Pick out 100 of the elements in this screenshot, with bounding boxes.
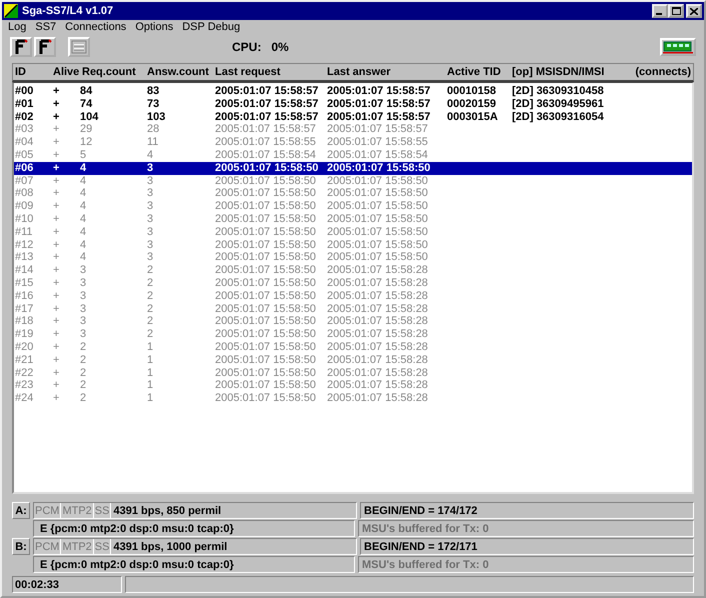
table-cell-text: 2005:01:07 15:58:50 — [327, 251, 429, 264]
flag-button[interactable] — [34, 37, 56, 57]
table-cell-text: 2 — [80, 354, 88, 367]
table-cell-text: + — [52, 392, 60, 405]
transfer-button[interactable] — [68, 37, 90, 57]
table-cell-text: 28 — [147, 123, 160, 136]
table-row[interactable]: #19 + 3 2 2005:01:07 15:58:50 2005:01:07 15:58:28 — [14, 328, 692, 341]
table-cell-text: 3 — [147, 200, 154, 213]
table-cell-text: 2005:01:07 15:58:55 — [215, 136, 317, 149]
column-header[interactable]: Active TID — [447, 66, 512, 78]
column-header[interactable]: ID — [15, 66, 48, 78]
status-indicator: PCM — [34, 539, 62, 554]
table-cell-text: 4 — [80, 226, 88, 239]
column-header[interactable]: [op] MSISDN/IMSI — [512, 66, 636, 78]
table-cell-text: #07 — [15, 174, 34, 188]
cpu-label: CPU: — [232, 40, 262, 54]
table-cell-text: 2 — [147, 315, 154, 328]
table-cell-text: + — [52, 276, 60, 290]
table-row[interactable]: #21 + 2 1 2005:01:07 15:58:50 2005:01:07 15:58:28 — [14, 354, 692, 367]
table-cell-text: 2 — [80, 340, 88, 354]
table-cell-text: + — [52, 290, 60, 303]
table-row[interactable]: #09 + 4 3 2005:01:07 15:58:50 2005:01:07 15:58:50 — [14, 200, 692, 213]
table-row[interactable]: #12 + 4 3 2005:01:07 15:58:50 2005:01:07 15:58:50 — [14, 238, 692, 252]
table-cell-text: 2005:01:07 15:58:57 — [327, 85, 432, 98]
table-cell-text: + — [52, 264, 60, 277]
table-cell-text: 1 — [147, 340, 154, 354]
table-row[interactable]: #20 + 2 1 2005:01:07 15:58:50 2005:01:07 15:58:28 — [14, 340, 692, 354]
maximize-button[interactable] — [668, 4, 684, 18]
table-cell-text: 2005:01:07 15:58:50 — [327, 212, 429, 226]
status-indicator: MTP2 — [61, 503, 94, 518]
table-cell-text: 00010158 — [447, 85, 497, 98]
table-row[interactable]: #13 + 4 3 2005:01:07 15:58:50 2005:01:07 15:58:50 — [14, 251, 692, 264]
menu-item[interactable]: DSP Debug — [182, 21, 240, 34]
table-cell-text: 2005:01:07 15:58:50 — [215, 264, 317, 277]
table-cell-text: 3 — [147, 174, 154, 188]
table-row[interactable]: #03 + 29 28 2005:01:07 15:58:57 2005:01:07 15:58:57 — [14, 123, 692, 136]
table-row[interactable]: #00 + 84 83 2005:01:07 15:58:57 2005:01:07 15:58:57 00010158 [2D] 36309310458 — [14, 85, 692, 98]
table-cell-text: 4 — [80, 238, 88, 252]
train-button[interactable] — [660, 38, 696, 56]
menu-item[interactable]: Log — [8, 21, 26, 34]
table-cell-text: 2005:01:07 15:58:28 — [327, 328, 429, 341]
table-cell-text: + — [52, 379, 60, 392]
table-cell-text: #21 — [15, 354, 34, 367]
status-indicator: SS — [94, 503, 112, 518]
rate-text: 4391 bps, 850 permil — [112, 504, 222, 516]
table-row[interactable]: #22 + 2 1 2005:01:07 15:58:50 2005:01:07 15:58:28 — [14, 366, 692, 380]
table-cell-text: 4 — [80, 251, 88, 264]
table-row[interactable]: #07 + 4 3 2005:01:07 15:58:50 2005:01:07 15:58:50 — [14, 174, 692, 188]
table-cell-text: + — [52, 328, 60, 341]
table-row[interactable]: #05 + 5 4 2005:01:07 15:58:54 2005:01:07 15:58:54 — [14, 148, 692, 162]
minimize-button[interactable] — [652, 4, 668, 18]
table-cell-text: 2005:01:07 15:58:50 — [215, 187, 317, 200]
table-row[interactable]: #17 + 3 2 2005:01:07 15:58:50 2005:01:07 15:58:28 — [14, 302, 692, 316]
table-cell-text: 2005:01:07 15:58:50 — [215, 290, 317, 303]
column-header[interactable]: Req.count — [82, 66, 147, 78]
table-row[interactable]: #04 + 12 11 2005:01:07 15:58:55 2005:01:07 15:58:55 — [14, 136, 692, 149]
table-row[interactable]: #08 + 4 3 2005:01:07 15:58:50 2005:01:07 15:58:50 — [14, 187, 692, 200]
table-row[interactable]: #14 + 3 2 2005:01:07 15:58:50 2005:01:07 15:58:28 — [14, 264, 692, 277]
table-cell-text: 2005:01:07 15:58:50 — [215, 340, 317, 354]
column-header[interactable]: Last request — [215, 66, 327, 78]
table-row[interactable]: #23 + 2 1 2005:01:07 15:58:50 2005:01:07 15:58:28 — [14, 379, 692, 392]
column-header[interactable]: Last answer — [327, 66, 447, 78]
column-header[interactable]: Answ.count — [147, 66, 215, 78]
table-row[interactable]: #02 + 104 103 2005:01:07 15:58:57 2005:01:07 15:58:57 0003015A [2D] 36309316054 — [14, 110, 692, 124]
table-cell-text: 3 — [147, 187, 154, 200]
table-cell-text: #12 — [15, 238, 34, 252]
table-cell-text: #04 — [15, 136, 34, 149]
selected-row[interactable]: #06 + 4 3 2005:01:07 15:58:50 2005:01:07 15:58:50 — [14, 162, 692, 175]
close-button[interactable] — [686, 4, 702, 18]
table-cell-text: 3 — [147, 251, 154, 264]
cpu-value: 0% — [271, 40, 289, 54]
table-cell-text: 2005:01:07 15:58:50 — [215, 328, 317, 341]
table-cell-text: + — [52, 212, 60, 226]
table-row[interactable]: #16 + 3 2 2005:01:07 15:58:50 2005:01:07 15:58:28 — [14, 290, 692, 303]
column-header[interactable]: Alive — [48, 66, 82, 78]
table-cell-text: + — [52, 123, 60, 136]
table-cell-text: #11 — [15, 226, 34, 239]
table-cell-text: 2005:01:07 15:58:57 — [215, 98, 320, 111]
table-row[interactable]: #18 + 3 2 2005:01:07 15:58:50 2005:01:07 15:58:28 — [14, 315, 692, 328]
table-row[interactable]: #11 + 4 3 2005:01:07 15:58:50 2005:01:07 15:58:50 — [14, 226, 692, 239]
flag-button[interactable] — [10, 37, 32, 57]
menu-item[interactable]: Options — [135, 21, 174, 34]
table-row[interactable]: #24 + 2 1 2005:01:07 15:58:50 2005:01:07 15:58:28 — [14, 392, 692, 405]
table-row[interactable]: #10 + 4 3 2005:01:07 15:58:50 2005:01:07 15:58:50 — [14, 212, 692, 226]
table-cell-text: 2005:01:07 15:58:50 — [327, 226, 429, 239]
table-cell-text: + — [52, 340, 60, 354]
table-cell-text: #14 — [15, 264, 34, 277]
table-cell-text: [2D] 36309310458 — [512, 85, 605, 98]
menu-item[interactable]: Connections — [65, 21, 126, 34]
table-row[interactable]: #15 + 3 2 2005:01:07 15:58:50 2005:01:07 15:58:28 — [14, 276, 692, 290]
table-cell-text: 1 — [147, 392, 154, 405]
table-cell-text: + — [52, 302, 60, 316]
table-cell-text: 2005:01:07 15:58:50 — [215, 162, 320, 175]
table-cell-text: 1 — [147, 379, 154, 392]
menu-item[interactable]: SS7 — [35, 21, 56, 34]
column-header[interactable]: (connects) — [635, 66, 691, 78]
table-cell-text: 2005:01:07 15:58:28 — [327, 340, 429, 354]
table-row[interactable]: #01 + 74 73 2005:01:07 15:58:57 2005:01:07 15:58:57 00020159 [2D] 36309495961 — [14, 98, 692, 111]
table-cell-text: 5 — [80, 148, 88, 162]
table-cell-text: 2005:01:07 15:58:50 — [327, 174, 429, 188]
